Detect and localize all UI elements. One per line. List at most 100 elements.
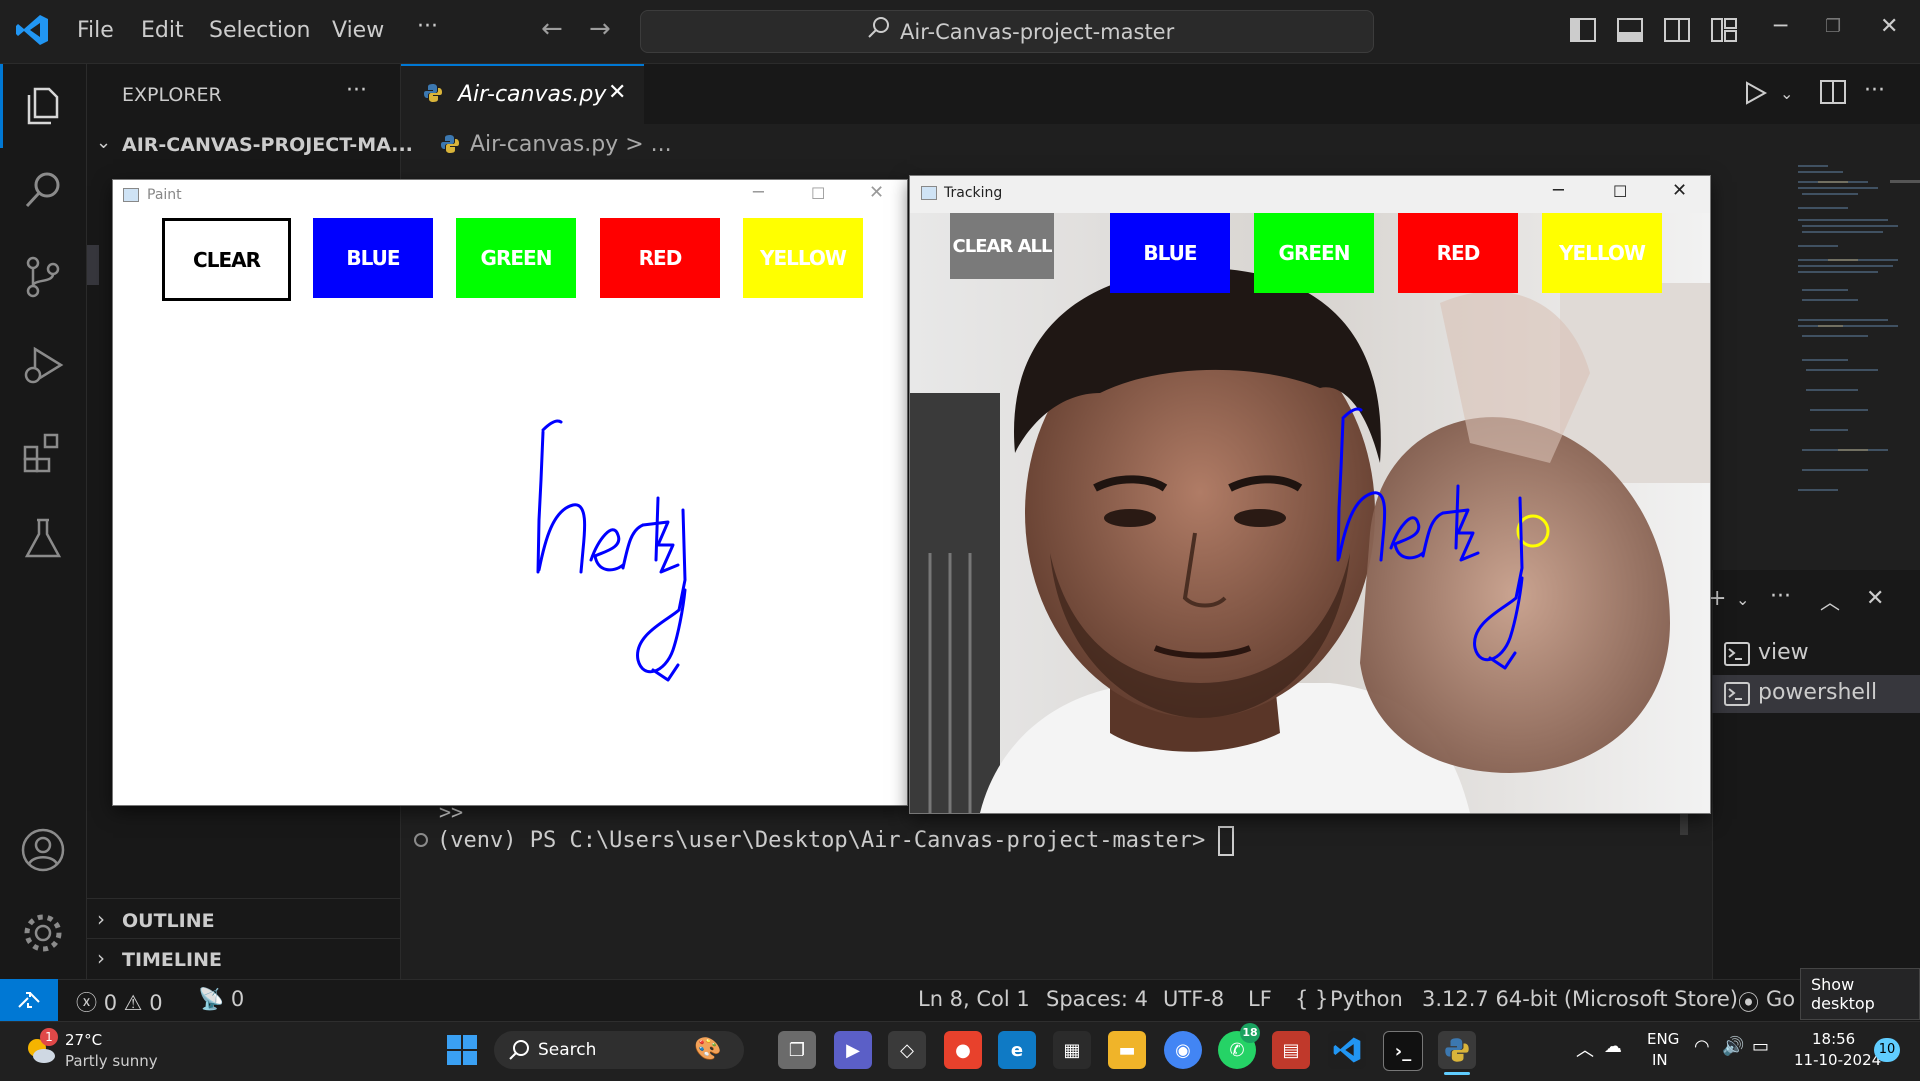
accounts-icon[interactable] (18, 825, 68, 875)
outline-section[interactable]: OUTLINE (122, 910, 215, 932)
extensions-icon[interactable] (18, 426, 68, 476)
breadcrumb-file[interactable]: Air-canvas.py (470, 132, 618, 157)
teams-icon[interactable]: ▶ (834, 1031, 872, 1069)
run-debug-icon[interactable] (18, 340, 68, 390)
menu-selection[interactable]: Selection (209, 18, 310, 43)
tab-close-icon[interactable]: ✕ (608, 80, 626, 105)
vscode-logo-icon[interactable] (14, 12, 50, 48)
task-view-icon[interactable]: ❐ (778, 1031, 816, 1069)
manage-gear-icon[interactable] (18, 908, 68, 958)
clock-time[interactable]: 18:56 (1812, 1030, 1855, 1048)
editor-more-icon[interactable]: ··· (1864, 78, 1885, 103)
terminal-status-circle-icon (413, 832, 429, 852)
minimize-icon[interactable]: ─ (1774, 14, 1787, 39)
end-of-line[interactable]: LF (1248, 987, 1272, 1011)
indentation[interactable]: Spaces: 4 (1046, 987, 1148, 1011)
python-interpreter[interactable]: 3.12.7 64-bit (Microsoft Store) (1422, 987, 1738, 1011)
yellow-button[interactable]: YELLOW (1542, 213, 1662, 293)
terminal-prompt-line[interactable]: (venv) PS C:\Users\user\Desktop\Air-Canv… (437, 826, 1235, 856)
maximize-icon[interactable]: ☐ (1613, 182, 1627, 201)
volume-icon[interactable]: 🔊 (1722, 1036, 1744, 1057)
tracking-window[interactable]: Tracking ─ ☐ ✕ CLEAR ALL BLUE GREEN RED … (910, 176, 1710, 813)
toggle-secondary-sidebar-icon[interactable] (1664, 18, 1690, 46)
minimap[interactable] (1788, 160, 1908, 520)
run-dropdown-icon[interactable]: ⌄ (1780, 84, 1793, 103)
braces-icon[interactable]: { } (1295, 987, 1328, 1011)
tab-label[interactable]: Air-canvas.py (458, 82, 606, 107)
app-icon[interactable]: ◇ (888, 1031, 926, 1069)
forward-arrow-icon[interactable]: → (589, 14, 611, 44)
battery-icon[interactable]: ▭ (1752, 1036, 1769, 1057)
problems-indicator[interactable]: ⓧ 0 ⚠ 0 (76, 987, 163, 1017)
timeline-section[interactable]: TIMELINE (122, 949, 222, 971)
menu-edit[interactable]: Edit (141, 18, 184, 43)
search-icon (508, 1039, 530, 1065)
tray-app-icon[interactable]: ☁ (1604, 1036, 1622, 1057)
menu-file[interactable]: File (77, 18, 114, 43)
wifi-icon[interactable]: ◠ (1694, 1036, 1710, 1057)
whatsapp-icon[interactable]: ✆ 18 (1218, 1023, 1260, 1069)
breadcrumb-symbols[interactable]: ... (651, 132, 672, 157)
taskbar-search-box[interactable]: Search 🎨 (494, 1031, 744, 1069)
chevron-down-icon[interactable]: ⌄ (96, 132, 111, 153)
tray-overflow-icon[interactable]: ︿ (1576, 1036, 1594, 1062)
terminal-taskbar-icon[interactable]: ›_ (1383, 1031, 1423, 1071)
ports-indicator[interactable]: 📡 0 (198, 987, 244, 1012)
vscode-taskbar-icon[interactable] (1328, 1031, 1366, 1069)
language-bottom[interactable]: IN (1652, 1051, 1668, 1069)
weather-icon[interactable]: 1 (22, 1028, 58, 1068)
cursor-position[interactable]: Ln 8, Col 1 (918, 987, 1030, 1011)
close-icon[interactable]: ✕ (1880, 14, 1898, 39)
language-mode[interactable]: Python (1330, 987, 1403, 1011)
menu-more[interactable]: ··· (417, 14, 438, 39)
explorer-icon[interactable] (18, 80, 68, 130)
terminal-more-icon[interactable]: ··· (1770, 584, 1791, 609)
paint-window[interactable]: Paint ─ ☐ ✕ CLEAR BLUE GREEN RED YELLOW (113, 180, 907, 805)
file-explorer-icon[interactable]: ▬ (1108, 1031, 1146, 1069)
testing-icon[interactable] (18, 513, 68, 563)
golive-icon[interactable]: ⦿ (1738, 987, 1759, 1017)
search-sidebar-icon[interactable] (18, 165, 68, 215)
warning-count: 0 (149, 991, 163, 1015)
maximize-panel-icon[interactable]: ︿ (1820, 586, 1840, 615)
menu-view[interactable]: View (332, 18, 384, 43)
back-arrow-icon[interactable]: ← (541, 14, 563, 44)
toggle-primary-sidebar-icon[interactable] (1570, 18, 1596, 46)
source-control-icon[interactable] (18, 252, 68, 302)
terminal-dropdown-icon[interactable]: ⌄ (1736, 590, 1749, 609)
toggle-panel-icon[interactable] (1617, 18, 1643, 46)
blue-button[interactable]: BLUE (1110, 213, 1230, 293)
clear-all-button[interactable]: CLEAR ALL (950, 213, 1054, 279)
edge-icon[interactable]: e (998, 1031, 1036, 1069)
chevron-right-icon[interactable]: › (97, 907, 105, 931)
run-python-icon[interactable] (1744, 80, 1768, 110)
minimize-icon[interactable]: ─ (1553, 180, 1564, 201)
clock-date[interactable]: 11-10-2024 (1794, 1051, 1881, 1069)
chrome-icon[interactable]: ◉ (1164, 1031, 1202, 1069)
close-icon[interactable]: ✕ (1672, 180, 1687, 201)
notification-badge[interactable]: 10 (1874, 1038, 1900, 1062)
new-terminal-icon[interactable]: + (1708, 586, 1726, 611)
winrar-icon[interactable]: ▤ (1272, 1031, 1310, 1069)
breadcrumb[interactable]: Air-canvas.py > ... (470, 132, 672, 157)
close-panel-icon[interactable]: ✕ (1866, 586, 1884, 611)
remote-indicator[interactable] (0, 979, 58, 1021)
divider (87, 938, 400, 939)
explorer-more-icon[interactable]: ··· (346, 78, 367, 103)
split-editor-icon[interactable] (1820, 80, 1846, 108)
python-taskbar-icon[interactable] (1438, 1031, 1476, 1069)
terminal-session-view[interactable]: view (1712, 636, 1920, 672)
start-windows-icon[interactable] (446, 1034, 478, 1070)
encoding[interactable]: UTF-8 (1163, 987, 1224, 1011)
terminal-session-powershell[interactable]: powershell (1712, 675, 1920, 713)
chevron-right-icon[interactable]: › (97, 946, 105, 970)
restore-icon[interactable]: ❐ (1825, 16, 1841, 37)
green-button[interactable]: GREEN (1254, 213, 1374, 293)
project-folder[interactable]: AIR-CANVAS-PROJECT-MA... (122, 134, 413, 156)
recorder-icon[interactable]: ● (944, 1031, 982, 1069)
store-icon[interactable]: ▦ (1053, 1031, 1091, 1069)
customize-layout-icon[interactable] (1711, 18, 1737, 46)
red-button[interactable]: RED (1398, 213, 1518, 293)
language-top[interactable]: ENG (1647, 1030, 1679, 1048)
active-app-indicator (1444, 1072, 1470, 1075)
